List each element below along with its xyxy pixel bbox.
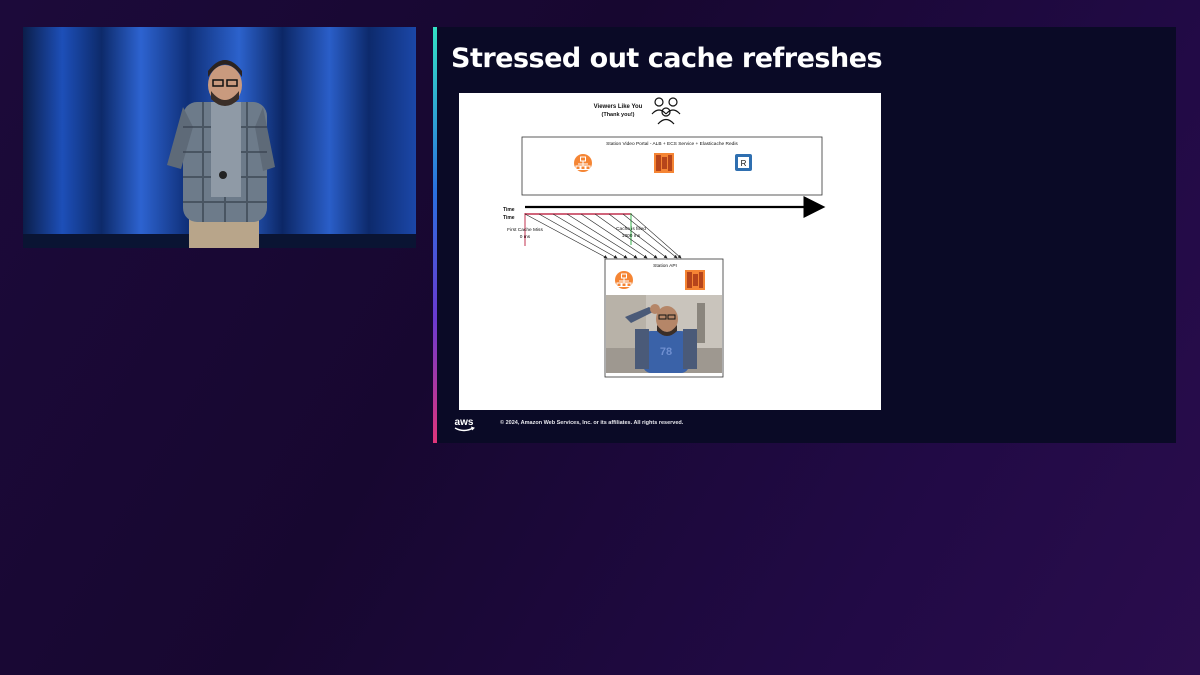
time-label: Time	[503, 207, 515, 213]
presentation-slide: Stressed out cache refreshes Viewers Lik…	[433, 27, 1176, 443]
svg-text:aws: aws	[455, 417, 474, 428]
svg-text:R: R	[741, 159, 747, 168]
stressed-person-photo: 78	[606, 295, 722, 373]
time-label-secondary: Time	[503, 215, 515, 221]
station-api-label: Station API	[653, 263, 677, 269]
load-balancer-icon	[615, 271, 633, 289]
aws-logo: aws	[455, 417, 475, 432]
speaker-video-feed	[23, 27, 416, 248]
ecs-icon	[654, 153, 674, 173]
first-cache-miss-time: 0 ms	[520, 234, 531, 240]
svg-text:78: 78	[660, 346, 672, 358]
viewers-title: Viewers Like You	[594, 104, 643, 110]
portal-label: Station Video Portal - ALB + ECS Service…	[606, 141, 738, 147]
request-lines	[524, 213, 682, 259]
accent-bar	[433, 27, 437, 443]
slide-title: Stressed out cache refreshes	[451, 43, 883, 74]
architecture-diagram: Viewers Like You (Thank you!) Station Vi…	[459, 93, 881, 410]
copyright-footer: © 2024, Amazon Web Services, Inc. or its…	[500, 420, 684, 426]
viewers-subtitle: (Thank you!)	[602, 112, 635, 118]
users-icon	[651, 97, 681, 125]
first-cache-miss-label: First Cache Miss	[507, 227, 543, 233]
redis-icon: R	[735, 154, 752, 171]
speaker-figure	[167, 60, 275, 248]
load-balancer-icon	[574, 154, 592, 172]
ecs-icon	[685, 270, 705, 290]
